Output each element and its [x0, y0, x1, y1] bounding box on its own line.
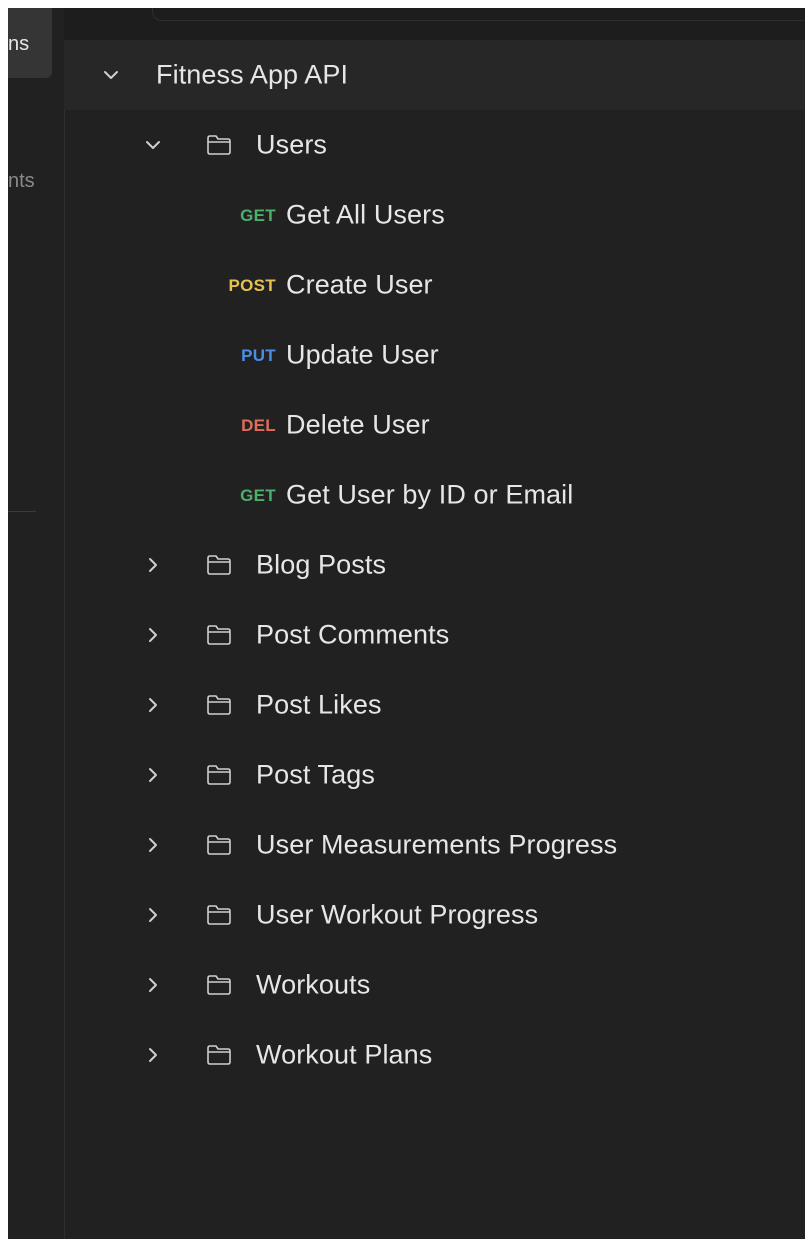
folder-row[interactable]: Blog Posts: [64, 530, 805, 600]
rail-tab-collections[interactable]: ns: [8, 8, 52, 78]
chevron-right-icon[interactable]: [144, 556, 162, 574]
folder-row[interactable]: Post Tags: [64, 740, 805, 810]
folder-name: Post Comments: [256, 619, 450, 650]
chevron-down-icon[interactable]: [144, 136, 162, 154]
method-badge: POST: [228, 276, 276, 295]
folder-icon: [206, 764, 232, 786]
folder-name: Users: [256, 129, 328, 160]
folder-name: User Measurements Progress: [256, 829, 618, 860]
folder-icon: [206, 1044, 232, 1066]
request-name: Get User by ID or Email: [286, 479, 574, 510]
folder-icon: [206, 834, 232, 856]
chevron-right-icon[interactable]: [144, 906, 162, 924]
request-row[interactable]: GET Get User by ID or Email: [64, 460, 805, 530]
rail-divider: [8, 511, 36, 512]
chevron-right-icon[interactable]: [144, 766, 162, 784]
chevron-right-icon[interactable]: [144, 626, 162, 644]
folder-row[interactable]: User Measurements Progress: [64, 810, 805, 880]
folder-icon: [206, 904, 232, 926]
request-name: Update User: [286, 339, 439, 370]
folder-name: User Workout Progress: [256, 899, 539, 930]
request-row[interactable]: PUT Update User: [64, 320, 805, 390]
chevron-right-icon[interactable]: [144, 836, 162, 854]
folder-name: Workouts: [256, 969, 371, 1000]
chevron-right-icon[interactable]: [144, 1046, 162, 1064]
request-row[interactable]: POST Create User: [64, 250, 805, 320]
collection-name: Fitness App API: [156, 59, 349, 90]
request-row[interactable]: GET Get All Users: [64, 180, 805, 250]
folder-name: Post Tags: [256, 759, 375, 790]
folder-name: Blog Posts: [256, 549, 387, 580]
chevron-right-icon[interactable]: [144, 696, 162, 714]
postman-app: ns nts Fitness App API Users GET Get All U…: [8, 8, 805, 1239]
search-input[interactable]: [152, 8, 805, 21]
folder-icon: [206, 624, 232, 646]
folder-row[interactable]: Workout Plans: [64, 1020, 805, 1090]
request-row[interactable]: DEL Delete User: [64, 390, 805, 460]
request-name: Create User: [286, 269, 433, 300]
method-badge: PUT: [241, 346, 276, 365]
method-badge: DEL: [241, 416, 276, 435]
folder-icon: [206, 694, 232, 716]
rail-tab-label: ns: [8, 33, 30, 55]
folder-row[interactable]: Workouts: [64, 950, 805, 1020]
folder-row[interactable]: Post Likes: [64, 670, 805, 740]
search-bar-area: [64, 8, 805, 40]
folder-name: Workout Plans: [256, 1039, 433, 1070]
folder-icon: [206, 974, 232, 996]
chevron-right-icon[interactable]: [144, 976, 162, 994]
request-name: Delete User: [286, 409, 430, 440]
request-name: Get All Users: [286, 199, 445, 230]
folder-icon: [206, 554, 232, 576]
folder-row[interactable]: User Workout Progress: [64, 880, 805, 950]
folder-row[interactable]: Users: [64, 110, 805, 180]
folder-icon: [206, 134, 232, 156]
folder-row[interactable]: Post Comments: [64, 600, 805, 670]
method-badge: GET: [240, 486, 276, 505]
folder-name: Post Likes: [256, 689, 382, 720]
chevron-down-icon[interactable]: [102, 66, 120, 84]
left-rail: ns nts: [8, 8, 65, 1239]
method-badge: GET: [240, 206, 276, 225]
collection-row[interactable]: Fitness App API: [64, 40, 805, 110]
rail-item-environments[interactable]: nts: [8, 170, 35, 193]
